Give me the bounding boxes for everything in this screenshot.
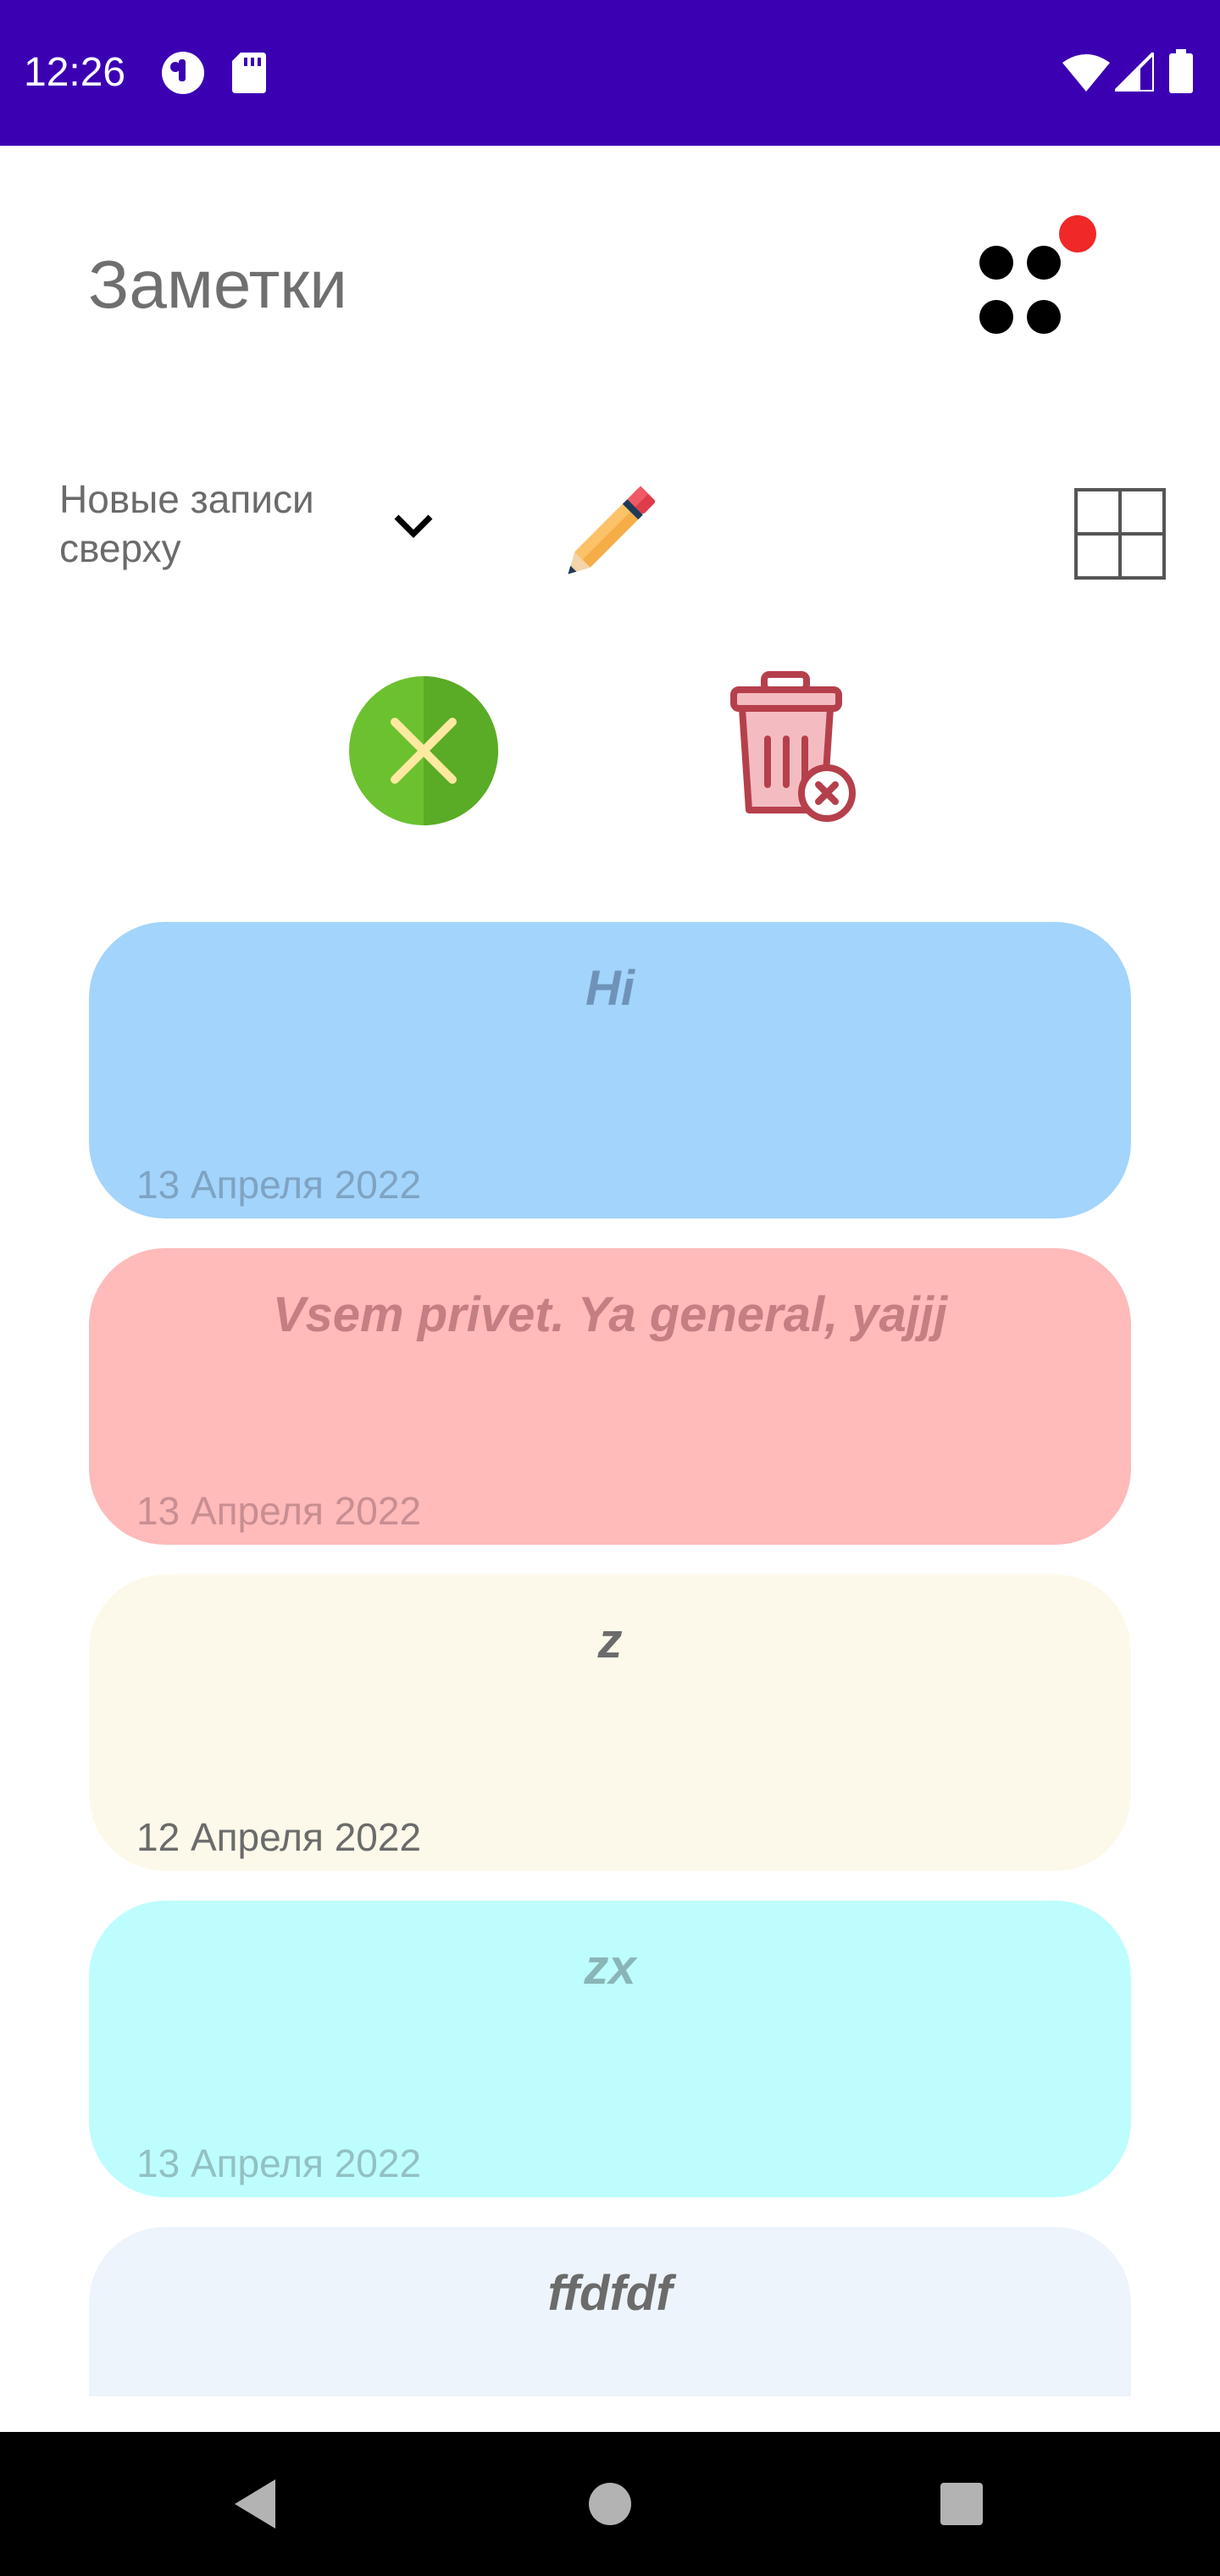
note-date: 13 Апреля 2022	[136, 1163, 422, 1207]
chevron-down-icon	[388, 500, 439, 551]
note-title: Hi	[585, 961, 635, 1016]
close-circle-icon	[349, 676, 498, 825]
status-bar: 12:26	[0, 0, 1220, 146]
note-date: 13 Апреля 2022	[136, 1489, 422, 1533]
note-title: ffdfdf	[547, 2266, 673, 2321]
cellular-signal-icon	[1111, 48, 1156, 96]
back-button[interactable]	[216, 2466, 292, 2542]
note-title: zx	[584, 1940, 636, 1995]
trash-delete-icon	[730, 671, 856, 822]
note-card[interactable]: zx 13 Апреля 2022	[89, 1901, 1131, 2197]
note-card[interactable]: ffdfdf	[89, 2227, 1131, 2396]
back-triangle-icon	[235, 2479, 275, 2529]
sort-order-label: Новые записи сверху	[59, 477, 314, 570]
pencil-icon	[568, 486, 656, 575]
page-title: Заметки	[88, 247, 347, 322]
note-card[interactable]: Hi 13 Апреля 2022	[89, 922, 1131, 1219]
note-title: Vsem privet. Ya general, yajjj	[272, 1287, 948, 1342]
note-card[interactable]: Vsem privet. Ya general, yajjj 13 Апреля…	[89, 1248, 1131, 1545]
navigation-bar	[0, 2432, 1220, 2576]
note-date: 13 Апреля 2022	[136, 2141, 422, 2185]
sd-card-icon	[232, 53, 266, 97]
edit-note-button[interactable]	[542, 464, 678, 600]
close-selection-button[interactable]	[347, 675, 500, 827]
menu-button[interactable]	[966, 208, 1110, 353]
delete-notes-button[interactable]	[720, 669, 873, 830]
recents-square-icon	[940, 2483, 983, 2525]
wifi-icon	[1062, 54, 1110, 96]
notes-list[interactable]: Hi 13 Апреля 2022 Vsem privet. Ya genera…	[0, 915, 1220, 2396]
notification-dot-icon	[159, 49, 207, 101]
battery-icon	[1169, 49, 1193, 97]
grid-view-button[interactable]	[1069, 483, 1171, 585]
note-title: z	[597, 1613, 623, 1668]
grid-view-icon	[1074, 488, 1166, 580]
status-time: 12:26	[24, 50, 126, 95]
home-button[interactable]	[572, 2466, 648, 2542]
notification-badge	[1059, 215, 1096, 253]
sort-order-dropdown[interactable]: Новые записи сверху	[59, 475, 458, 585]
four-dots-menu-icon	[979, 215, 1096, 334]
home-circle-icon	[589, 2483, 631, 2525]
note-card[interactable]: z 12 Апреля 2022	[89, 1574, 1131, 1871]
note-date: 12 Апреля 2022	[136, 1815, 422, 1859]
recents-button[interactable]	[923, 2466, 1000, 2542]
